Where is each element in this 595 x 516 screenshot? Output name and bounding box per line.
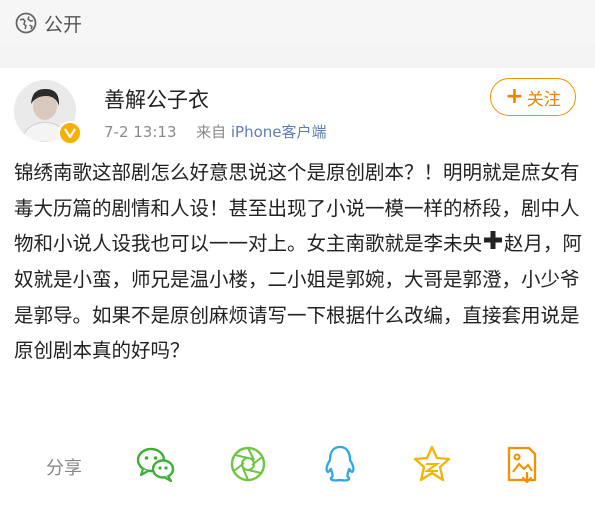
moments-icon[interactable]	[226, 442, 270, 486]
globe-icon	[14, 11, 38, 35]
section-divider	[0, 46, 595, 68]
post-meta: 7-2 13:13 来自 iPhone客户端	[104, 121, 327, 142]
post-text: 锦绣南歌这部剧怎么好意思说这个是原创剧本？！明明就是庶女有毒大历篇的剧情和人设！…	[14, 155, 584, 369]
author-name[interactable]: 善解公子衣	[104, 84, 209, 114]
visibility-label: 公开	[44, 13, 83, 36]
wechat-icon[interactable]	[134, 442, 178, 486]
post-source[interactable]: iPhone客户端	[231, 123, 327, 141]
share-bar: 分享	[0, 440, 595, 490]
visibility-bar: 公开	[0, 0, 595, 47]
save-image-icon[interactable]	[500, 442, 544, 486]
qq-icon[interactable]	[318, 442, 362, 486]
follow-button[interactable]: + 关注	[490, 78, 576, 116]
qzone-icon[interactable]	[410, 442, 454, 486]
verified-badge-icon	[58, 121, 82, 145]
follow-label: 关注	[526, 89, 561, 110]
post-time: 7-2 13:13	[104, 123, 177, 141]
plus-emoji-icon	[482, 227, 504, 263]
plus-icon: +	[505, 84, 524, 109]
source-prefix: 来自	[196, 123, 227, 141]
share-label: 分享	[46, 458, 82, 479]
